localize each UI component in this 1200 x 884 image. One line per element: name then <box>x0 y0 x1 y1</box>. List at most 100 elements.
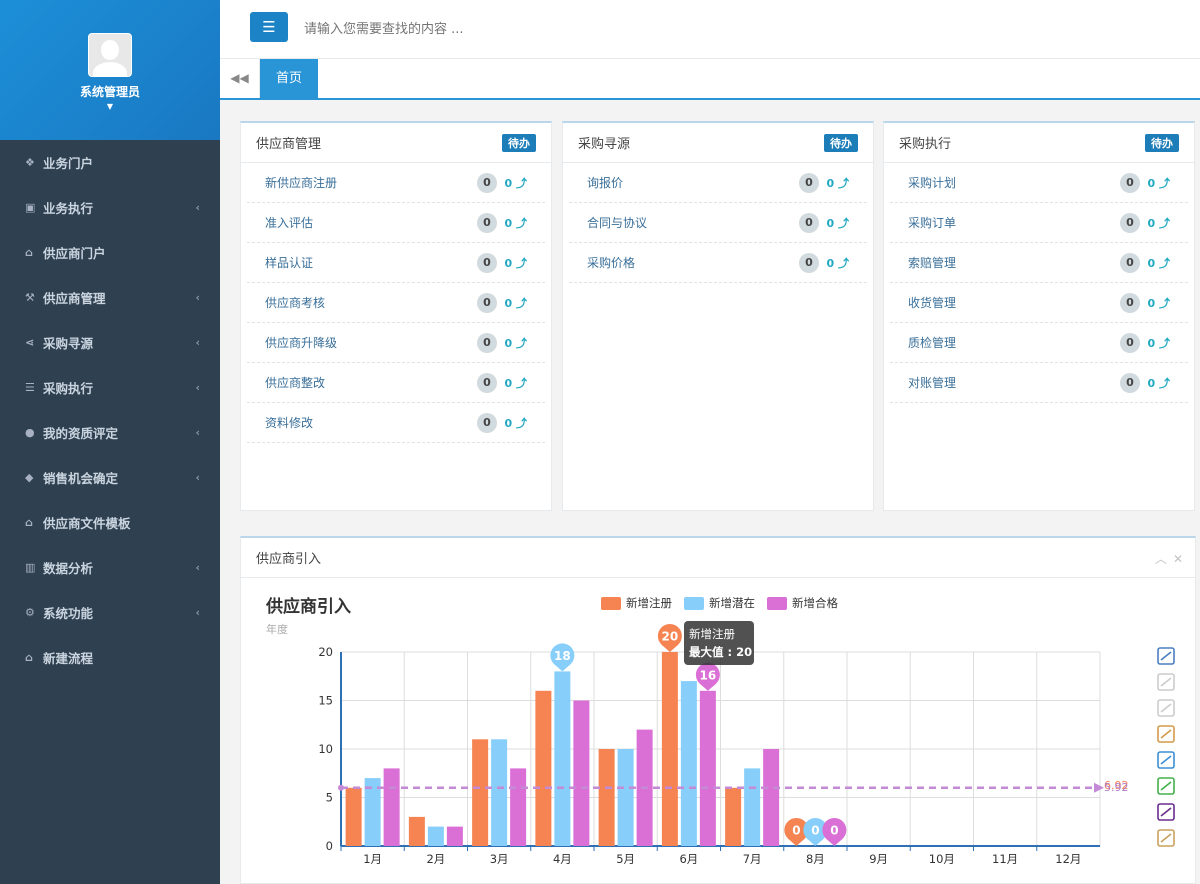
todo-link[interactable]: 新供应商注册 <box>265 174 337 191</box>
trend-value: 0 ⤴ <box>1147 336 1171 350</box>
level-up-icon: ⤴ <box>1159 376 1170 390</box>
trend-value: 0 ⤴ <box>1147 256 1171 270</box>
sidebar-item-1[interactable]: ▣ 业务执行 ‹ <box>0 185 220 230</box>
level-up-icon: ⤴ <box>838 216 849 230</box>
card-header: 供应商管理 待办 <box>241 123 551 163</box>
tags-icon: ◆ <box>25 471 34 484</box>
todo-link[interactable]: 样品认证 <box>265 254 313 271</box>
card-title: 采购寻源 <box>578 137 631 152</box>
todo-link[interactable]: 合同与协议 <box>587 214 647 231</box>
sidebar-item-label: 业务执行 <box>43 201 94 216</box>
collapse-icon[interactable]: ︿ <box>1155 552 1167 566</box>
todo-badge[interactable]: 待办 <box>502 133 536 152</box>
count-badge: 0 <box>477 252 497 273</box>
caret-down-icon[interactable]: ▼ <box>0 102 220 111</box>
sidebar-item-0[interactable]: ❖ 业务门户 <box>0 140 220 185</box>
sidebar-item-label: 新建流程 <box>43 651 94 666</box>
sidebar-item-label: 供应商文件模板 <box>43 516 131 531</box>
trend-value: 0 ⤴ <box>504 216 528 230</box>
todo-row[interactable]: 采购价格 0 0 ⤴ <box>569 243 867 283</box>
avatar[interactable] <box>88 33 132 77</box>
hamburger-icon: ☰ <box>262 18 276 36</box>
level-up-icon: ⤴ <box>516 176 527 190</box>
sidebar-item-4[interactable]: ⋖ 采购寻源 ‹ <box>0 320 220 365</box>
sidebar-item-7[interactable]: ◆ 销售机会确定 ‹ <box>0 455 220 500</box>
trend-value: 0 ⤴ <box>826 176 850 190</box>
count-badge: 0 <box>799 172 819 193</box>
backward-icon: ◀◀ <box>230 71 249 85</box>
todo-link[interactable]: 收货管理 <box>908 294 956 311</box>
todo-row[interactable]: 准入评估 0 0 ⤴ <box>247 203 545 243</box>
todo-row[interactable]: 索赔管理 0 0 ⤴ <box>890 243 1188 283</box>
todo-link[interactable]: 供应商整改 <box>265 374 325 391</box>
chevron-left-icon: ‹ <box>195 606 200 619</box>
sidebar-item-8[interactable]: ⌂ 供应商文件模板 <box>0 500 220 545</box>
todo-row[interactable]: 供应商考核 0 0 ⤴ <box>247 283 545 323</box>
gavel-icon: ⚒ <box>25 291 35 304</box>
trend-value: 0 ⤴ <box>1147 176 1171 190</box>
sidebar-item-6[interactable]: ● 我的资质评定 ‹ <box>0 410 220 455</box>
todo-link[interactable]: 采购订单 <box>908 214 956 231</box>
trend-value: 0 ⤴ <box>504 296 528 310</box>
sidebar-item-label: 采购执行 <box>43 381 94 396</box>
cubes-icon: ❖ <box>25 156 35 169</box>
todo-link[interactable]: 供应商升降级 <box>265 334 337 351</box>
sidebar-item-2[interactable]: ⌂ 供应商门户 <box>0 230 220 275</box>
todo-link[interactable]: 索赔管理 <box>908 254 956 271</box>
count-badge: 0 <box>1120 212 1140 233</box>
home-icon: ⌂ <box>25 651 33 664</box>
todo-badge[interactable]: 待办 <box>824 133 858 152</box>
todo-link[interactable]: 供应商考核 <box>265 294 325 311</box>
close-icon[interactable]: ✕ <box>1173 552 1183 566</box>
todo-link[interactable]: 准入评估 <box>265 214 313 231</box>
todo-row[interactable]: 对账管理 0 0 ⤴ <box>890 363 1188 403</box>
profile-name[interactable]: 系统管理员 <box>0 83 220 100</box>
todo-row[interactable]: 质检管理 0 0 ⤴ <box>890 323 1188 363</box>
todo-link[interactable]: 对账管理 <box>908 374 956 391</box>
trend-value: 0 ⤴ <box>1147 296 1171 310</box>
todo-row[interactable]: 供应商升降级 0 0 ⤴ <box>247 323 545 363</box>
sidebar-item-10[interactable]: ⚙ 系统功能 ‹ <box>0 590 220 635</box>
todo-row[interactable]: 采购订单 0 0 ⤴ <box>890 203 1188 243</box>
todo-link[interactable]: 采购价格 <box>587 254 635 271</box>
sidebar-item-11[interactable]: ⌂ 新建流程 <box>0 635 220 680</box>
todo-row[interactable]: 样品认证 0 0 ⤴ <box>247 243 545 283</box>
todo-link[interactable]: 询报价 <box>587 174 623 191</box>
todo-row[interactable]: 合同与协议 0 0 ⤴ <box>569 203 867 243</box>
todo-badge[interactable]: 待办 <box>1145 133 1179 152</box>
todo-row[interactable]: 资料修改 0 0 ⤴ <box>247 403 545 443</box>
tab-bar: ◀◀ 首页 <box>220 59 1200 100</box>
search-input[interactable] <box>304 18 804 40</box>
sidebar-item-9[interactable]: ▥ 数据分析 ‹ <box>0 545 220 590</box>
user-icon: ● <box>25 426 35 439</box>
share-icon: ⋖ <box>25 336 35 349</box>
card-header: 采购执行 待办 <box>884 123 1194 163</box>
sidebar-item-5[interactable]: ☰ 采购执行 ‹ <box>0 365 220 410</box>
todo-link[interactable]: 采购计划 <box>908 174 956 191</box>
chart-panel: 供应商引入 ︿ ✕ <box>240 536 1196 884</box>
todo-row[interactable]: 新供应商注册 0 0 ⤴ <box>247 163 545 203</box>
sidebar-item-label: 采购寻源 <box>43 336 94 351</box>
topbar: ☰ <box>220 0 1200 59</box>
todo-row[interactable]: 供应商整改 0 0 ⤴ <box>247 363 545 403</box>
level-up-icon: ⤴ <box>516 216 527 230</box>
todo-link[interactable]: 资料修改 <box>265 414 313 431</box>
panel-tools: ︿ ✕ <box>1149 550 1183 567</box>
todo-link[interactable]: 质检管理 <box>908 334 956 351</box>
tab-home[interactable]: 首页 <box>260 59 318 98</box>
card-title: 供应商管理 <box>256 137 322 152</box>
chart-panel-title: 供应商引入 <box>256 552 322 567</box>
chevron-left-icon: ‹ <box>195 471 200 484</box>
chevron-left-icon: ‹ <box>195 336 200 349</box>
chart-panel-header: 供应商引入 ︿ ✕ <box>241 538 1195 578</box>
menu-toggle-button[interactable]: ☰ <box>250 12 288 42</box>
image-icon: ▣ <box>25 201 36 214</box>
tab-scroll-left-button[interactable]: ◀◀ <box>220 59 260 98</box>
card-title: 采购执行 <box>899 137 952 152</box>
count-badge: 0 <box>477 172 497 193</box>
trend-value: 0 ⤴ <box>504 376 528 390</box>
todo-row[interactable]: 收货管理 0 0 ⤴ <box>890 283 1188 323</box>
sidebar-item-3[interactable]: ⚒ 供应商管理 ‹ <box>0 275 220 320</box>
todo-row[interactable]: 采购计划 0 0 ⤴ <box>890 163 1188 203</box>
todo-row[interactable]: 询报价 0 0 ⤴ <box>569 163 867 203</box>
